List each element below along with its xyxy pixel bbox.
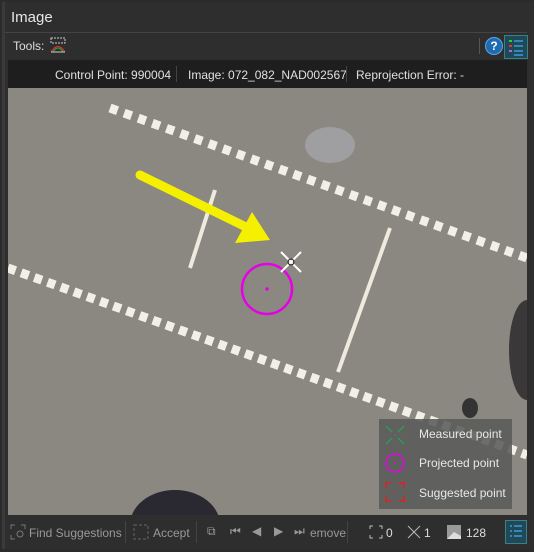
info-bar: Control Point: 990004 Image: 072_082_NAD… [8, 60, 527, 88]
legend-toggle-button[interactable] [504, 35, 528, 59]
legend-measured: Measured point [419, 427, 502, 441]
find-suggestions-icon [10, 524, 26, 540]
help-button[interactable]: ? [485, 37, 503, 55]
list-view-button[interactable] [505, 520, 527, 544]
previous-button[interactable]: ◀ [252, 524, 261, 538]
measured-count-icon [407, 525, 421, 539]
measured-count: 1 [424, 526, 431, 540]
link-icon[interactable]: ⧉ [207, 524, 216, 539]
divider [479, 38, 480, 54]
accept-button[interactable]: Accept [153, 526, 190, 540]
image-viewer[interactable]: Measured point Projected point Suggested… [8, 88, 527, 515]
control-point-label: Control Point: 990004 [55, 68, 172, 82]
legend-projected: Projected point [419, 456, 500, 470]
divider [5, 32, 527, 33]
suggested-count: 0 [386, 526, 393, 540]
contrast-value: 128 [466, 526, 487, 540]
tools-label: Tools: [13, 39, 45, 53]
next-button[interactable]: ▶ [274, 524, 283, 538]
suggested-count-icon [369, 525, 383, 539]
tool-icon[interactable] [50, 37, 66, 53]
legend-suggested: Suggested point [419, 486, 506, 500]
reprojection-error-label: Reprojection Error: - [356, 68, 465, 82]
contrast-icon[interactable] [446, 524, 462, 540]
image-name-label: Image: 072_082_NAD002567 [188, 68, 347, 82]
accept-icon [133, 524, 149, 540]
bottom-toolbar: Find Suggestions Accept ⧉ ⏮ ◀ ▶ ⏭ emove … [5, 517, 527, 547]
find-suggestions-button[interactable]: Find Suggestions [29, 526, 122, 540]
panel-title: Image [11, 9, 53, 26]
measured-point-icon [385, 425, 405, 445]
last-button[interactable]: ⏭ [294, 524, 305, 539]
projected-point-icon [385, 453, 405, 473]
remove-button[interactable]: emove [310, 526, 346, 540]
suggested-point-icon [385, 482, 405, 502]
legend: Measured point Projected point Suggested… [379, 419, 512, 509]
first-button[interactable]: ⏮ [230, 524, 241, 539]
